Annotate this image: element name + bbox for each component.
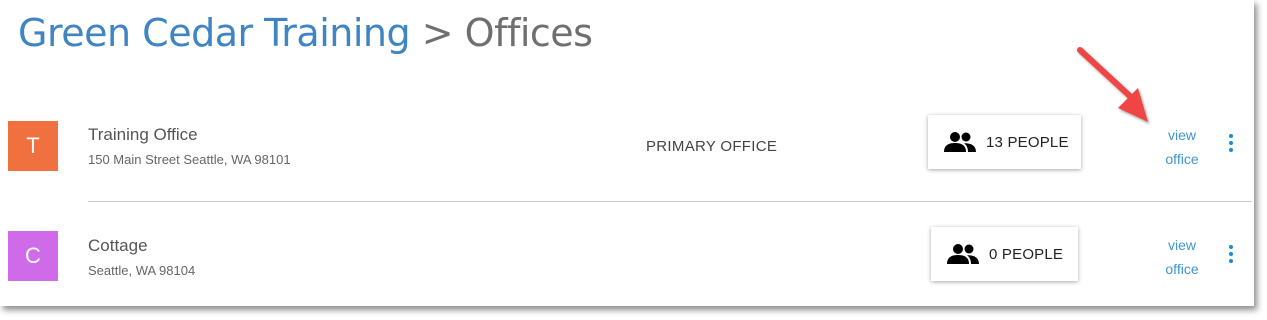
office-address: 150 Main Street Seattle, WA 98101 [88,152,291,167]
row-divider [88,201,1252,202]
people-count-card[interactable]: 13 PEOPLE [928,115,1081,169]
people-icon [944,132,976,152]
office-name: Training Office [88,125,198,144]
page-title: Offices [464,11,593,55]
people-count: 13 PEOPLE [986,133,1069,151]
breadcrumb-separator: > [421,11,454,55]
office-avatar: T [8,121,58,171]
view-office-link-line1: view [1167,237,1196,253]
more-vertical-icon[interactable] [1224,245,1238,269]
breadcrumb: Green Cedar Training > Offices [18,8,593,58]
office-address: Seattle, WA 98104 [88,263,196,278]
office-avatar: C [8,231,58,281]
offices-panel: Green Cedar Training > Offices T Trainin… [0,0,1254,306]
people-icon [947,244,979,264]
view-office-link-line2: office [1165,151,1199,167]
primary-office-badge: PRIMARY OFFICE [646,138,778,155]
people-count: 0 PEOPLE [989,245,1064,263]
more-vertical-icon[interactable] [1224,134,1238,158]
annotation-arrow-icon [1077,47,1148,122]
office-row: T Training Office 150 Main Street Seattl… [0,95,1254,195]
office-name: Cottage [88,236,148,255]
people-count-card[interactable]: 0 PEOPLE [931,227,1078,281]
view-office-link-line2: office [1165,261,1199,277]
office-row: C Cottage Seattle, WA 98104 0 PEOPLE vie… [0,205,1254,305]
view-office-link[interactable]: view office [1156,233,1208,281]
breadcrumb-parent-link[interactable]: Green Cedar Training [18,11,411,55]
